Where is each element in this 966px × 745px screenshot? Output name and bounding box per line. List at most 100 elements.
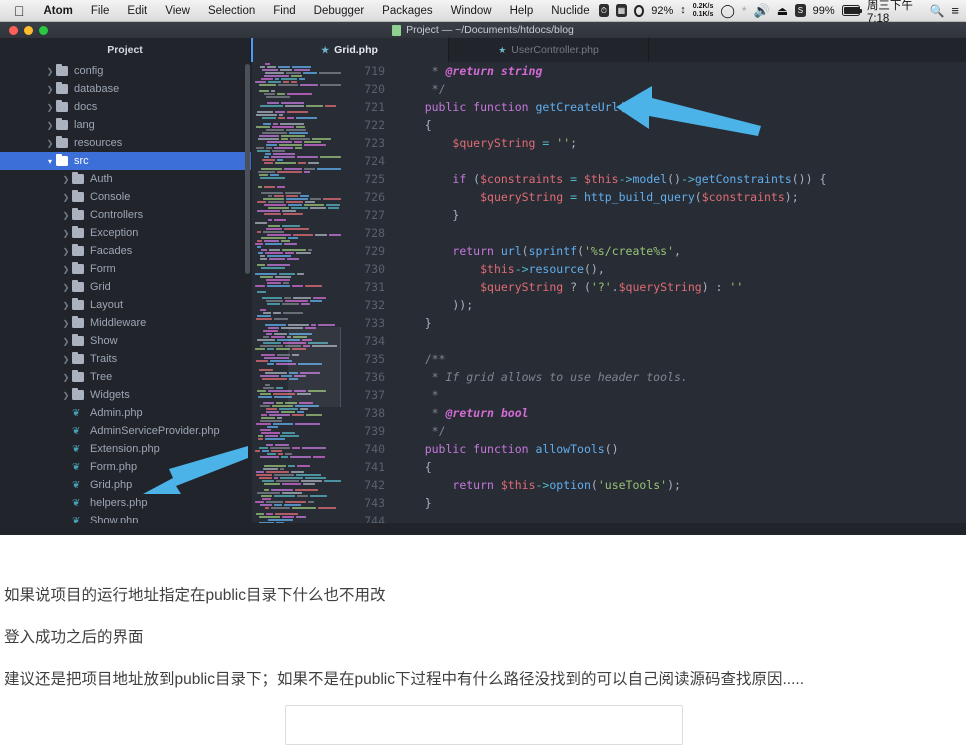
tree-item-facades[interactable]: ❯ Facades (0, 242, 251, 260)
code-line[interactable]: 728 (341, 224, 966, 242)
tree-item-docs[interactable]: ❯ docs (0, 98, 251, 116)
tree-item-config[interactable]: ❯ config (0, 62, 251, 80)
tree-item-middleware[interactable]: ❯ Middleware (0, 314, 251, 332)
tree-item-grid-php[interactable]: ❦ Grid.php (0, 476, 251, 494)
chevron-right-icon[interactable]: ❯ (60, 319, 72, 328)
tree-item-tree[interactable]: ❯ Tree (0, 368, 251, 386)
network-speed-readout[interactable]: 0.2K/s 0.1K/s (693, 3, 714, 18)
code-line[interactable]: 740 public function allowTools() (341, 440, 966, 458)
tree-item-grid[interactable]: ❯ Grid (0, 278, 251, 296)
notification-center-icon[interactable]: ≡ (951, 3, 959, 18)
tab-grid-php[interactable]: ★ Grid.php (251, 38, 449, 62)
code-line[interactable]: 730 $this->resource(), (341, 260, 966, 278)
code-minimap[interactable] (251, 62, 341, 535)
cpu-meter-icon[interactable]: ⏱ (598, 4, 610, 17)
tab-project[interactable]: Project (0, 38, 251, 62)
tree-item-database[interactable]: ❯ database (0, 80, 251, 98)
chevron-right-icon[interactable]: ❯ (60, 355, 72, 364)
code-line[interactable]: 743 } (341, 494, 966, 512)
code-line[interactable]: 721 public function getCreateUrl() (341, 98, 966, 116)
code-line[interactable]: 725 if ($constraints = $this->model()->g… (341, 170, 966, 188)
tab-usercontroller-php[interactable]: ★ UserController.php (449, 38, 649, 62)
chevron-right-icon[interactable]: ❯ (60, 301, 72, 310)
code-line[interactable]: 720 */ (341, 80, 966, 98)
code-line[interactable]: 741 { (341, 458, 966, 476)
tree-item-src[interactable]: ▾ src (0, 152, 251, 170)
tree-scrollbar[interactable] (245, 64, 250, 274)
menu-item-help[interactable]: Help (501, 0, 543, 22)
code-line[interactable]: 736 * If grid allows to use header tools… (341, 368, 966, 386)
grid-icon[interactable]: ▦ (616, 4, 627, 17)
tree-item-resources[interactable]: ❯ resources (0, 134, 251, 152)
tree-item-admin-php[interactable]: ❦ Admin.php (0, 404, 251, 422)
apple-logo-icon[interactable]:  (10, 0, 35, 22)
menu-bar-clock[interactable]: 周三下午7:18 (867, 0, 923, 25)
code-line[interactable]: 733 } (341, 314, 966, 332)
code-line[interactable]: 742 return $this->option('useTools'); (341, 476, 966, 494)
tree-item-extension-php[interactable]: ❦ Extension.php (0, 440, 251, 458)
code-line[interactable]: 727 } (341, 206, 966, 224)
code-line[interactable]: 737 * (341, 386, 966, 404)
battery-charging-icon[interactable] (841, 5, 863, 16)
menu-item-edit[interactable]: Edit (118, 0, 156, 22)
code-line[interactable]: 731 $queryString ? ('?'.$queryString) : … (341, 278, 966, 296)
tree-item-form-php[interactable]: ❦ Form.php (0, 458, 251, 476)
bluetooth-icon[interactable]: * (742, 4, 747, 18)
code-line[interactable]: 719 * @return string (341, 62, 966, 80)
chevron-right-icon[interactable]: ❯ (60, 229, 72, 238)
tree-item-adminserviceprovider-php[interactable]: ❦ AdminServiceProvider.php (0, 422, 251, 440)
menu-item-selection[interactable]: Selection (199, 0, 264, 22)
tree-item-auth[interactable]: ❯ Auth (0, 170, 251, 188)
code-editor-pane[interactable]: 719 * @return string 720 */721 public fun… (341, 62, 966, 535)
chevron-right-icon[interactable]: ❯ (60, 175, 72, 184)
menu-item-nuclide[interactable]: Nuclide (542, 0, 598, 22)
chevron-right-icon[interactable]: ❯ (44, 121, 56, 130)
chevron-right-icon[interactable]: ❯ (60, 247, 72, 256)
wifi-icon[interactable]: ◯ (720, 3, 735, 19)
eject-icon[interactable]: ⏏ (777, 4, 788, 18)
code-line[interactable]: 735 /** (341, 350, 966, 368)
chevron-right-icon[interactable]: ❯ (60, 373, 72, 382)
menu-item-view[interactable]: View (156, 0, 199, 22)
menu-item-debugger[interactable]: Debugger (305, 0, 374, 22)
chevron-right-icon[interactable]: ❯ (44, 139, 56, 148)
menu-item-packages[interactable]: Packages (373, 0, 442, 22)
code-line[interactable]: 732 )); (341, 296, 966, 314)
tree-item-controllers[interactable]: ❯ Controllers (0, 206, 251, 224)
volume-icon[interactable]: 🔊 (754, 3, 770, 19)
code-line[interactable]: 739 */ (341, 422, 966, 440)
chevron-right-icon[interactable]: ❯ (60, 265, 72, 274)
tree-item-lang[interactable]: ❯ lang (0, 116, 251, 134)
tree-item-form[interactable]: ❯ Form (0, 260, 251, 278)
code-line[interactable]: 726 $queryString = http_build_query($con… (341, 188, 966, 206)
chevron-right-icon[interactable]: ❯ (44, 85, 56, 94)
chevron-right-icon[interactable]: ❯ (60, 391, 72, 400)
tree-item-widgets[interactable]: ❯ Widgets (0, 386, 251, 404)
chevron-right-icon[interactable]: ❯ (44, 103, 56, 112)
chevron-right-icon[interactable]: ❯ (60, 193, 72, 202)
code-line[interactable]: 729 return url(sprintf('%s/create%s', (341, 242, 966, 260)
tree-item-traits[interactable]: ❯ Traits (0, 350, 251, 368)
project-file-tree[interactable]: ❯ config ❯ database ❯ docs ❯ lang ❯ resources ▾ src… (0, 62, 251, 535)
menu-item-window[interactable]: Window (442, 0, 501, 22)
code-line[interactable]: 738 * @return bool (341, 404, 966, 422)
tree-item-layout[interactable]: ❯ Layout (0, 296, 251, 314)
menu-item-find[interactable]: Find (264, 0, 304, 22)
menu-item-atom[interactable]: Atom (35, 0, 82, 22)
sync-icon[interactable]: S (795, 4, 806, 17)
chevron-right-icon[interactable]: ❯ (60, 337, 72, 346)
menu-item-file[interactable]: File (82, 0, 119, 22)
chevron-right-icon[interactable]: ❯ (44, 67, 56, 76)
tree-item-helpers-php[interactable]: ❦ helpers.php (0, 494, 251, 512)
spotlight-search-icon[interactable]: 🔍 (929, 4, 944, 18)
chevron-right-icon[interactable]: ❯ (60, 283, 72, 292)
code-line[interactable]: 722 { (341, 116, 966, 134)
code-line[interactable]: 723 $queryString = ''; (341, 134, 966, 152)
code-line[interactable]: 724 (341, 152, 966, 170)
code-line[interactable]: 734 (341, 332, 966, 350)
tree-item-show[interactable]: ❯ Show (0, 332, 251, 350)
circle-progress-icon[interactable] (633, 4, 645, 17)
chevron-down-icon[interactable]: ▾ (44, 157, 56, 166)
tree-item-exception[interactable]: ❯ Exception (0, 224, 251, 242)
tree-item-console[interactable]: ❯ Console (0, 188, 251, 206)
